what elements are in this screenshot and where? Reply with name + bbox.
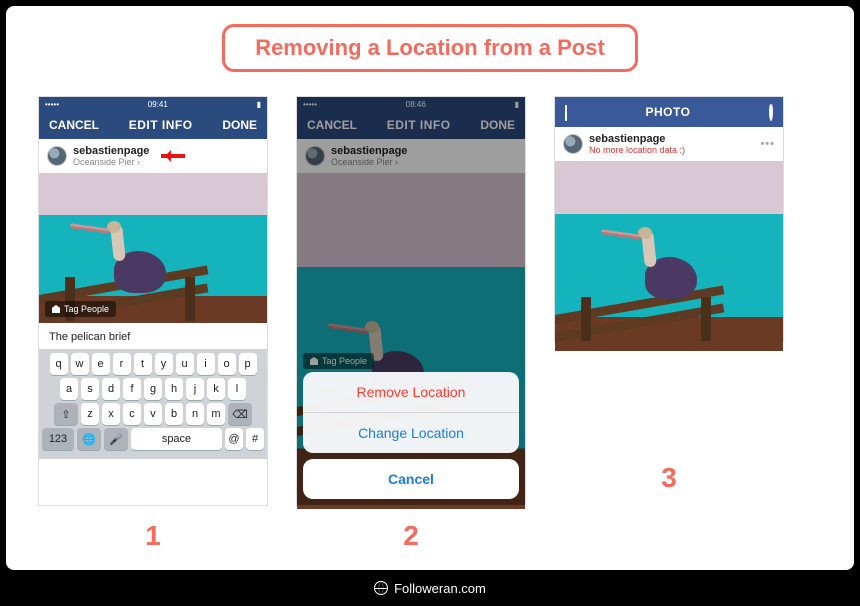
- refresh-button[interactable]: [769, 105, 773, 119]
- signal-dots: •••••: [45, 100, 59, 109]
- action-sheet: Remove Location Change Location Cancel: [303, 372, 519, 499]
- key-n[interactable]: n: [186, 403, 204, 425]
- keyboard: q w e r t y u i o p a: [39, 349, 267, 459]
- location-label[interactable]: Oceanside Pier ›: [73, 157, 149, 167]
- key-r[interactable]: r: [113, 353, 131, 375]
- no-location-label: No more location data :): [589, 145, 685, 155]
- user-row: sebastienpage Oceanside Pier ›: [39, 139, 267, 173]
- key-w[interactable]: w: [71, 353, 89, 375]
- key-j[interactable]: j: [186, 378, 204, 400]
- step-3-column: PHOTO sebastienpage No more location dat…: [554, 96, 784, 552]
- steps-row: ••••• 09:41 ▮ CANCEL EDIT INFO DONE seba…: [38, 96, 822, 552]
- nav-title: EDIT INFO: [129, 118, 193, 132]
- key-hash[interactable]: #: [246, 428, 264, 450]
- key-p[interactable]: p: [239, 353, 257, 375]
- user-text: sebastienpage No more location data :): [589, 133, 685, 155]
- status-time: 09:41: [148, 100, 168, 109]
- refresh-icon: [769, 103, 773, 121]
- key-at[interactable]: @: [225, 428, 243, 450]
- remove-location-option[interactable]: Remove Location: [303, 372, 519, 412]
- username: sebastienpage: [589, 133, 685, 145]
- key-i[interactable]: i: [197, 353, 215, 375]
- key-y[interactable]: y: [155, 353, 173, 375]
- key-o[interactable]: o: [218, 353, 236, 375]
- key-d[interactable]: d: [102, 378, 120, 400]
- action-sheet-cancel[interactable]: Cancel: [303, 459, 519, 499]
- key-t[interactable]: t: [134, 353, 152, 375]
- tutorial-card: Removing a Location from a Post ••••• 09…: [6, 6, 854, 570]
- person-icon: [52, 305, 60, 313]
- key-b[interactable]: b: [165, 403, 183, 425]
- key-l[interactable]: l: [228, 378, 246, 400]
- caption-input[interactable]: The pelican brief: [39, 323, 267, 349]
- key-h[interactable]: h: [165, 378, 183, 400]
- key-s[interactable]: s: [81, 378, 99, 400]
- key-u[interactable]: u: [176, 353, 194, 375]
- key-g[interactable]: g: [144, 378, 162, 400]
- key-backspace[interactable]: ⌫: [228, 403, 252, 425]
- avatar[interactable]: [563, 134, 583, 154]
- key-shift[interactable]: ⇧: [54, 403, 78, 425]
- title-box: Removing a Location from a Post: [222, 24, 638, 72]
- step-1-column: ••••• 09:41 ▮ CANCEL EDIT INFO DONE seba…: [38, 96, 268, 552]
- pelican-illustration: [84, 213, 174, 303]
- key-space[interactable]: space: [131, 428, 222, 450]
- key-e[interactable]: e: [92, 353, 110, 375]
- footer: Followeran.com: [0, 576, 860, 600]
- cancel-button[interactable]: CANCEL: [49, 118, 99, 132]
- nav-title: PHOTO: [646, 105, 691, 119]
- chevron-left-icon: [565, 105, 567, 121]
- action-sheet-options: Remove Location Change Location: [303, 372, 519, 453]
- key-q[interactable]: q: [50, 353, 68, 375]
- step-2-column: ••••• 08:46 ▮ CANCEL EDIT INFO DONE seba…: [296, 96, 526, 552]
- step-number-2: 2: [403, 520, 419, 552]
- key-x[interactable]: x: [102, 403, 120, 425]
- status-bar: ••••• 09:41 ▮: [39, 97, 267, 111]
- globe-icon: [374, 581, 388, 595]
- key-a[interactable]: a: [60, 378, 78, 400]
- step-number-1: 1: [145, 520, 161, 552]
- key-globe[interactable]: 🌐: [77, 428, 101, 450]
- key-v[interactable]: v: [144, 403, 162, 425]
- post-photo: Tag People: [39, 173, 267, 323]
- post-photo: [555, 161, 783, 351]
- key-mic[interactable]: 🎤: [104, 428, 128, 450]
- key-c[interactable]: c: [123, 403, 141, 425]
- more-options-button[interactable]: •••: [760, 138, 775, 150]
- user-row: sebastienpage No more location data :) •…: [555, 127, 783, 161]
- username: sebastienpage: [73, 145, 149, 157]
- page-title: Removing a Location from a Post: [255, 35, 605, 61]
- key-k[interactable]: k: [207, 378, 225, 400]
- key-f[interactable]: f: [123, 378, 141, 400]
- battery-icon: ▮: [257, 100, 261, 109]
- phone-screen-1: ••••• 09:41 ▮ CANCEL EDIT INFO DONE seba…: [38, 96, 268, 506]
- change-location-option[interactable]: Change Location: [303, 412, 519, 453]
- key-123[interactable]: 123: [42, 428, 74, 450]
- footer-text: Followeran.com: [394, 581, 486, 596]
- key-z[interactable]: z: [81, 403, 99, 425]
- pelican-illustration: [615, 219, 705, 309]
- nav-bar: CANCEL EDIT INFO DONE: [39, 111, 267, 139]
- back-button[interactable]: [565, 105, 567, 119]
- phone-screen-2: ••••• 08:46 ▮ CANCEL EDIT INFO DONE seba…: [296, 96, 526, 506]
- done-button[interactable]: DONE: [222, 118, 257, 132]
- tag-people-button[interactable]: Tag People: [45, 301, 116, 317]
- avatar[interactable]: [47, 146, 67, 166]
- phone-screen-3: PHOTO sebastienpage No more location dat…: [554, 96, 784, 342]
- pointer-arrow-icon: [161, 151, 191, 161]
- key-m[interactable]: m: [207, 403, 225, 425]
- user-text: sebastienpage Oceanside Pier ›: [73, 145, 149, 167]
- tag-people-label: Tag People: [64, 304, 109, 314]
- step-number-3: 3: [661, 462, 677, 494]
- nav-bar: PHOTO: [555, 97, 783, 127]
